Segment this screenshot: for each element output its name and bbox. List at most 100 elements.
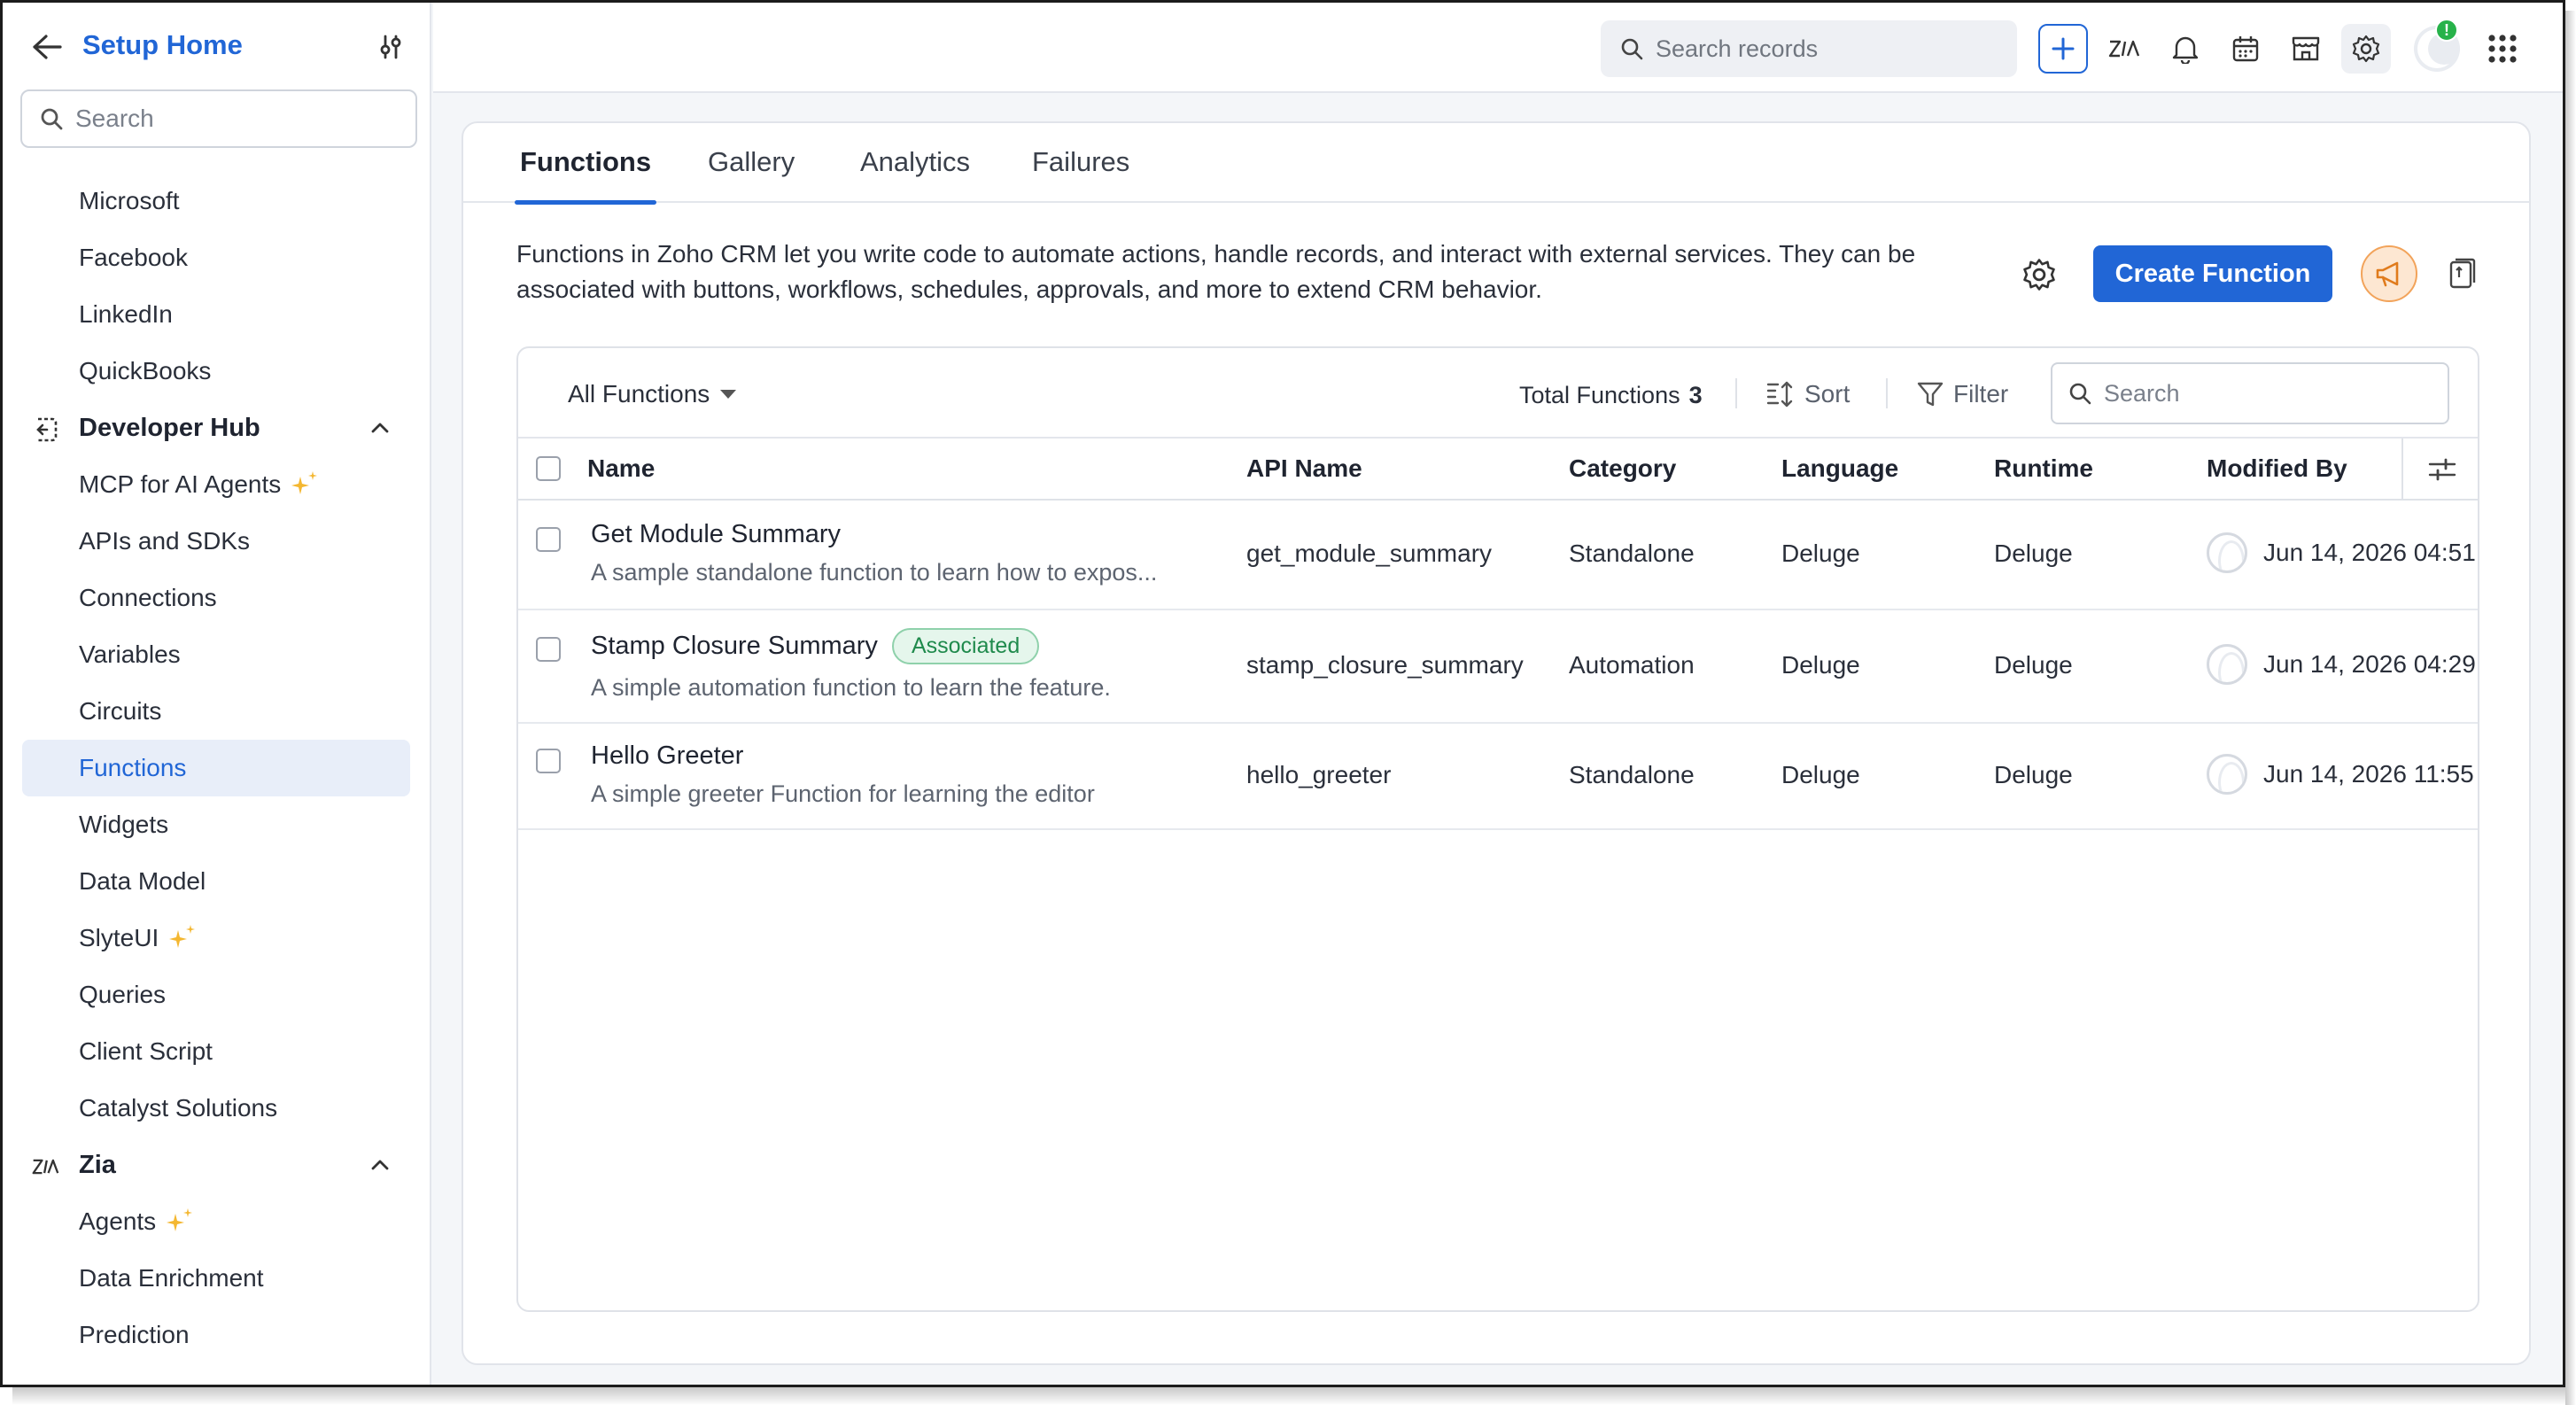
gear-icon [2352, 35, 2380, 63]
tab-failures[interactable]: Failures [1032, 146, 1129, 203]
row-checkbox[interactable] [536, 637, 561, 662]
api-name-cell: get_module_summary [1246, 539, 1493, 567]
tab-bar: Functions Gallery Analytics Failures [463, 123, 2529, 205]
sidebar-menu: Microsoft Facebook LinkedIn QuickBooks D… [3, 173, 430, 1363]
tab-analytics[interactable]: Analytics [860, 146, 970, 203]
runtime-cell: Deluge [1994, 539, 2073, 567]
apps-menu-button[interactable] [2478, 24, 2527, 74]
sidebar-section-zia[interactable]: Zia [3, 1137, 430, 1193]
table-row[interactable]: Hello Greeter A simple greeter Function … [518, 724, 2478, 830]
announcements-button[interactable] [2361, 245, 2417, 302]
sidebar-item-widgets[interactable]: Widgets [3, 796, 430, 853]
sidebar-item-linkedin[interactable]: LinkedIn [3, 286, 430, 343]
category-cell: Standalone [1569, 539, 1695, 567]
table-search[interactable] [2051, 362, 2449, 424]
chevron-up-icon[interactable] [368, 415, 392, 440]
function-name[interactable]: Stamp Closure Summary Associated [591, 628, 1040, 664]
chevron-up-icon[interactable] [368, 1153, 392, 1177]
sidebar-item-slyteui[interactable]: SlyteUI [3, 910, 430, 966]
divider [1886, 378, 1888, 408]
category-cell: Standalone [1569, 761, 1695, 788]
sidebar-search-input[interactable] [75, 105, 394, 133]
marketplace-button[interactable] [2281, 24, 2331, 74]
sidebar-item-microsoft[interactable]: Microsoft [3, 173, 430, 229]
sidebar-header: Setup Home [3, 3, 430, 91]
sidebar-item-agents[interactable]: Agents [3, 1193, 430, 1250]
table-header: Name API Name Category Language Runtime … [518, 439, 2478, 501]
sidebar-item-connections[interactable]: Connections [3, 570, 430, 626]
select-all-checkbox[interactable] [536, 456, 561, 481]
sidebar-item-circuits[interactable]: Circuits [3, 683, 430, 740]
sidebar-item-facebook[interactable]: Facebook [3, 229, 430, 286]
sidebar-section-developer-hub[interactable]: Developer Hub [3, 400, 430, 456]
settings-button[interactable] [2341, 24, 2391, 74]
column-settings-button[interactable] [2401, 439, 2478, 501]
global-search[interactable] [1601, 20, 2017, 77]
tab-gallery[interactable]: Gallery [708, 146, 795, 203]
view-filter-dropdown[interactable]: All Functions [568, 380, 737, 408]
documentation-button[interactable] [2440, 252, 2483, 295]
sidebar-item-queries[interactable]: Queries [3, 966, 430, 1023]
filter-settings-icon[interactable] [375, 31, 407, 63]
sort-icon [1766, 381, 1793, 408]
back-arrow-icon[interactable] [29, 31, 65, 63]
avatar [2207, 754, 2247, 795]
sidebar-item-client-script[interactable]: Client Script [3, 1023, 430, 1080]
filter-button[interactable]: Filter [1916, 375, 2008, 414]
functions-card: Functions Gallery Analytics Failures Fun… [462, 121, 2531, 1365]
sidebar-item-catalyst-solutions[interactable]: Catalyst Solutions [3, 1080, 430, 1137]
sparkle-icon [165, 1207, 195, 1237]
column-name[interactable]: Name [587, 454, 655, 483]
notification-badge: ! [2435, 19, 2458, 42]
notifications-button[interactable] [2161, 24, 2210, 74]
row-checkbox[interactable] [536, 749, 561, 773]
store-icon [2292, 36, 2320, 61]
row-checkbox[interactable] [536, 527, 561, 552]
column-runtime[interactable]: Runtime [1994, 454, 2093, 483]
column-api-name[interactable]: API Name [1246, 454, 1362, 483]
function-settings-button[interactable] [2017, 252, 2061, 297]
tab-functions[interactable]: Functions [514, 146, 657, 205]
language-cell: Deluge [1781, 651, 1860, 679]
global-search-input[interactable] [1656, 35, 2001, 63]
column-category[interactable]: Category [1569, 454, 1676, 483]
megaphone-icon [2376, 261, 2399, 287]
sort-button[interactable]: Sort [1765, 375, 1850, 414]
table-search-input[interactable] [2104, 379, 2440, 408]
plus-icon [2052, 37, 2075, 60]
function-name[interactable]: Get Module Summary [591, 520, 841, 549]
sidebar-item-variables[interactable]: Variables [3, 626, 430, 683]
sidebar-title[interactable]: Setup Home [82, 29, 243, 61]
create-function-button[interactable]: Create Function [2093, 245, 2332, 302]
runtime-cell: Deluge [1994, 651, 2073, 679]
modified-by-cell: Jun 14, 2026 04:51 [2207, 532, 2476, 573]
document-icon [2449, 258, 2476, 289]
sidebar-search[interactable] [20, 89, 417, 148]
modified-by-cell: Jun 14, 2026 04:29 [2207, 644, 2476, 685]
table-row[interactable]: Stamp Closure Summary Associated A simple… [518, 610, 2478, 724]
sidebar-item-functions[interactable]: Functions [22, 740, 410, 796]
sidebar-item-data-model[interactable]: Data Model [3, 853, 430, 910]
sidebar-item-prediction[interactable]: Prediction [3, 1307, 430, 1363]
top-bar: ! [433, 3, 2563, 93]
filter-icon [1917, 382, 1944, 407]
window-shadow [2565, 11, 2576, 1405]
sparkle-icon [290, 470, 320, 500]
runtime-cell: Deluge [1994, 761, 2073, 788]
function-name[interactable]: Hello Greeter [591, 741, 743, 771]
app-window: Setup Home Microsoft Facebook LinkedIn Q… [0, 0, 2565, 1387]
sidebar-item-quickbooks[interactable]: QuickBooks [3, 343, 430, 400]
quick-create-button[interactable] [2038, 24, 2088, 74]
calendar-icon [2232, 36, 2259, 62]
table-row[interactable]: Get Module Summary A sample standalone f… [518, 501, 2478, 610]
search-icon [2069, 383, 2091, 405]
calendar-button[interactable] [2221, 24, 2270, 74]
sidebar-item-data-enrichment[interactable]: Data Enrichment [3, 1250, 430, 1307]
divider [1735, 378, 1737, 408]
sidebar-item-mcp-for-ai-agents[interactable]: MCP for AI Agents [3, 456, 430, 513]
column-language[interactable]: Language [1781, 454, 1898, 483]
column-modified-by[interactable]: Modified By [2207, 454, 2347, 483]
sidebar-item-apis-and-sdks[interactable]: APIs and SDKs [3, 513, 430, 570]
category-cell: Automation [1569, 651, 1695, 679]
zia-button[interactable] [2100, 24, 2150, 74]
